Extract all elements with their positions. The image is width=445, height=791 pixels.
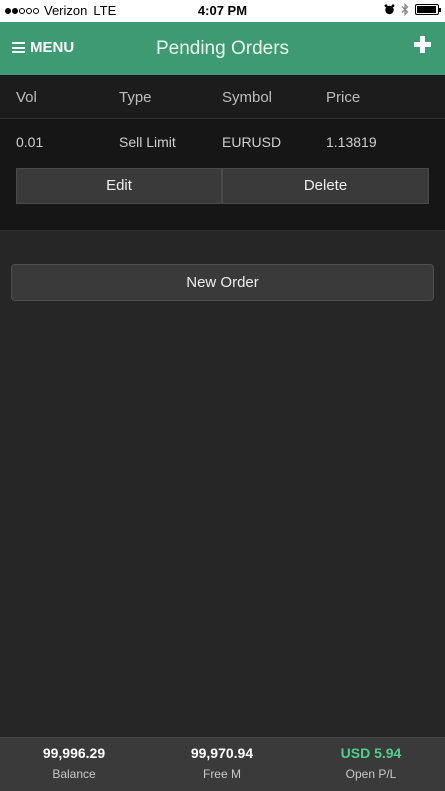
column-header-vol: Vol bbox=[16, 89, 37, 106]
battery-icon bbox=[415, 4, 441, 15]
free-margin-value: 99,970.94 bbox=[190, 745, 254, 761]
page-title: Pending Orders bbox=[155, 38, 290, 59]
order-symbol: EURUSD bbox=[222, 134, 282, 150]
status-right bbox=[384, 3, 441, 16]
header-bar: MENU Pending Orders bbox=[0, 22, 445, 75]
account-summary-footer: 99,996.29 Balance 99,970.94 Free M USD 5… bbox=[0, 737, 445, 791]
alarm-icon bbox=[384, 4, 395, 15]
status-bar: Verizon LTE 4:07 PM bbox=[0, 0, 445, 22]
balance-value: 99,996.29 bbox=[42, 745, 106, 761]
open-pl-summary: USD 5.94 Open P/L bbox=[297, 745, 445, 781]
free-margin-summary: 99,970.94 Free M bbox=[148, 745, 296, 781]
status-time: 4:07 PM bbox=[197, 3, 248, 18]
column-header-type: Type bbox=[119, 89, 152, 106]
order-price: 1.13819 bbox=[326, 134, 377, 150]
edit-button[interactable]: Edit bbox=[16, 168, 222, 204]
new-order-button[interactable]: New Order bbox=[11, 264, 434, 301]
bluetooth-icon bbox=[401, 3, 409, 16]
open-pl-label: Open P/L bbox=[345, 767, 397, 781]
open-pl-value: USD 5.94 bbox=[340, 745, 402, 761]
balance-label: Balance bbox=[52, 767, 96, 781]
column-header-symbol: Symbol bbox=[222, 89, 273, 106]
table-row[interactable]: 0.01 Sell Limit EURUSD 1.13819 bbox=[0, 119, 445, 165]
free-margin-label: Free M bbox=[202, 767, 241, 781]
order-item: 0.01 Sell Limit EURUSD 1.13819 Edit Dele… bbox=[0, 119, 445, 231]
table-header: Vol Type Symbol Price bbox=[0, 75, 445, 119]
add-icon[interactable] bbox=[414, 36, 431, 53]
order-vol: 0.01 bbox=[16, 134, 44, 150]
balance-summary: 99,996.29 Balance bbox=[0, 745, 148, 781]
order-type: Sell Limit bbox=[119, 134, 176, 150]
delete-button[interactable]: Delete bbox=[222, 168, 429, 204]
column-header-price: Price bbox=[326, 89, 361, 106]
